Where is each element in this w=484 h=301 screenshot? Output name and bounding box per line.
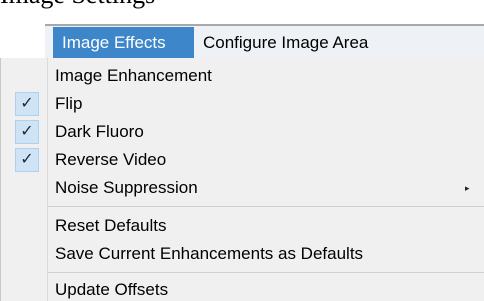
- menu-bar: Image Effects Configure Image Area: [45, 24, 484, 59]
- menu-separator: [48, 272, 484, 273]
- checkmark-icon: ✓: [15, 120, 39, 144]
- menu-item-image-enhancement[interactable]: Image Enhancement: [1, 64, 484, 90]
- submenu-arrow-icon: ▸: [465, 183, 470, 193]
- menu-item-label: Save Current Enhancements as Defaults: [55, 244, 364, 263]
- window-title-fragment: Image Settings: [0, 0, 155, 10]
- menu-item-reverse-video[interactable]: ✓ Reverse Video: [1, 148, 484, 174]
- menu-item-save-defaults[interactable]: Save Current Enhancements as Defaults: [1, 242, 484, 268]
- menu-item-label: Dark Fluoro: [55, 122, 144, 141]
- menu-item-flip[interactable]: ✓ Flip: [1, 92, 484, 118]
- image-effects-dropdown: Image Enhancement ✓ Flip ✓ Dark Fluoro ✓…: [0, 58, 484, 301]
- menu-item-update-offsets[interactable]: Update Offsets: [1, 278, 484, 301]
- checkmark-icon: ✓: [15, 92, 39, 116]
- menu-item-noise-suppression[interactable]: Noise Suppression ▸: [1, 176, 484, 202]
- screen: Image Settings Image Effects Configure I…: [0, 0, 484, 301]
- menu-item-label: Image Enhancement: [55, 66, 212, 85]
- checkmark-icon: ✓: [15, 148, 39, 172]
- menu-item-dark-fluoro[interactable]: ✓ Dark Fluoro: [1, 120, 484, 146]
- menu-item-label: Reset Defaults: [55, 216, 167, 235]
- menu-separator: [48, 206, 484, 207]
- menu-item-label: Noise Suppression: [55, 178, 198, 197]
- menu-item-label: Reverse Video: [55, 150, 167, 169]
- menu-image-effects[interactable]: Image Effects: [53, 27, 194, 59]
- menu-item-label: Flip: [55, 94, 83, 113]
- menu-item-label: Update Offsets: [55, 280, 169, 299]
- menu-item-reset-defaults[interactable]: Reset Defaults: [1, 214, 484, 240]
- menu-configure-image-area[interactable]: Configure Image Area: [194, 27, 377, 59]
